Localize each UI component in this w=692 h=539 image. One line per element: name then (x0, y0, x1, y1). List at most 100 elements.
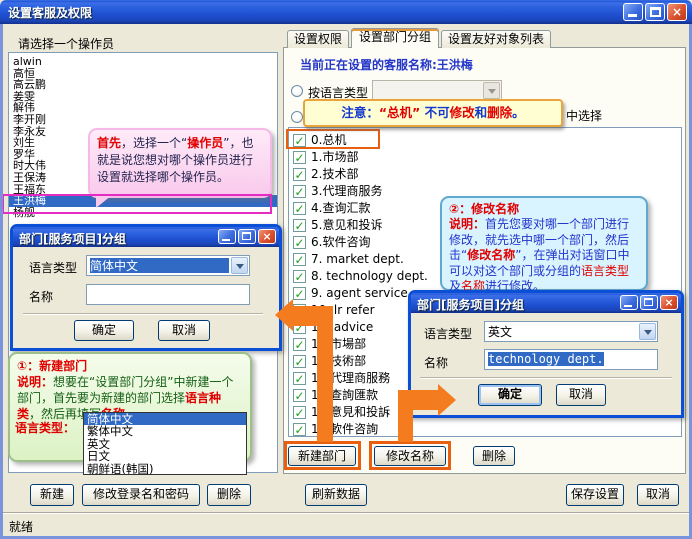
notice-highlight: “总机” (379, 105, 420, 120)
cancel-button[interactable]: 取消 (637, 484, 679, 506)
maximize-button[interactable] (238, 229, 256, 244)
separator (420, 377, 672, 379)
callout-label: 说明： (449, 217, 485, 231)
checkbox-checked-icon[interactable]: ✓ (293, 338, 306, 351)
delete-department-button[interactable]: 删除 (473, 446, 515, 466)
notice-text: 。 (512, 105, 525, 120)
checkbox-checked-icon[interactable]: ✓ (293, 287, 306, 300)
dropdown-arrow-icon[interactable] (639, 323, 656, 340)
maximize-button[interactable] (645, 3, 665, 21)
checkbox-checked-icon[interactable]: ✓ (293, 389, 306, 402)
operator-list-item[interactable]: 李开刚 (9, 114, 277, 126)
notice-highlight: 修改 (450, 105, 475, 120)
operator-list-item[interactable]: 解伟 (9, 102, 277, 114)
maximize-button[interactable] (640, 295, 658, 310)
close-button[interactable]: × (258, 229, 276, 244)
checkbox-checked-icon[interactable]: ✓ (293, 151, 306, 164)
selected-operator-annotation-rect (2, 194, 272, 214)
minimize-button[interactable] (623, 3, 643, 21)
separator (23, 313, 263, 315)
minimize-button[interactable] (620, 295, 638, 310)
ok-button[interactable]: 确定 (74, 320, 134, 341)
new-department-dialog: 部门[服务项目]分组 × 语言类型 简体中文 名称 确定 取消 (10, 224, 282, 351)
language-dropdown-list[interactable]: 简体中文繁体中文英文日文朝鲜语(韩国) (83, 412, 247, 475)
language-type-combobox[interactable]: 简体中文 (86, 255, 250, 276)
notice-highlight: 删除 (487, 105, 512, 120)
operator-list-item[interactable]: 姜雯 (9, 91, 277, 103)
callout-bold-text: 操作员 (187, 136, 223, 150)
select-operator-label: 请选择一个操作员 (18, 35, 114, 52)
minimize-icon (624, 305, 632, 307)
operator-list-item[interactable]: 高云鹏 (9, 79, 277, 91)
ok-button[interactable]: 确定 (478, 384, 542, 406)
checkbox-checked-icon[interactable]: ✓ (293, 202, 306, 215)
window-border-left (0, 22, 3, 539)
checkbox-checked-icon[interactable]: ✓ (293, 168, 306, 181)
status-bar: 就绪 (3, 512, 689, 536)
tab-departments[interactable]: 设置部门分组 (351, 28, 439, 48)
close-icon: × (661, 296, 677, 309)
notice-tooltip: 注意：“总机” 不可修改和删除。 (303, 99, 563, 127)
minimize-button[interactable] (218, 229, 236, 244)
save-settings-button[interactable]: 保存设置 (566, 484, 624, 506)
delete-operator-button[interactable]: 删除 (207, 484, 251, 506)
checkbox-checked-icon[interactable]: ✓ (293, 406, 306, 419)
department-row[interactable]: ✓17.軟件咨詢 (289, 421, 681, 437)
close-button[interactable]: × (667, 3, 687, 21)
change-login-password-button[interactable]: 修改登录名和密码 (82, 484, 200, 506)
close-button[interactable]: × (660, 295, 678, 310)
language-option[interactable]: 朝鲜语(韩国) (84, 463, 246, 475)
checkbox-checked-icon[interactable]: ✓ (293, 270, 306, 283)
department-label: 5.意见和投诉 (311, 218, 382, 232)
new-operator-button[interactable]: 新建 (30, 484, 74, 506)
callout-label: 说明： (17, 375, 53, 389)
checkbox-checked-icon[interactable]: ✓ (293, 372, 306, 385)
operator-list-item[interactable]: alwin (9, 56, 277, 68)
dropdown-arrow-icon[interactable] (231, 257, 248, 274)
tab-permissions[interactable]: 设置权限 (287, 30, 349, 48)
name-label: 名称 (29, 288, 53, 305)
department-label: 3.代理商服务 (311, 184, 382, 198)
checkbox-checked-icon[interactable]: ✓ (293, 185, 306, 198)
department-row[interactable]: ✓1.市场部 (289, 149, 681, 166)
window-controls: × (623, 3, 687, 21)
language-type-value: 简体中文 (90, 258, 229, 273)
checkbox-checked-icon[interactable]: ✓ (293, 423, 306, 436)
language-option[interactable]: 日文 (84, 450, 246, 462)
status-text: 就绪 (9, 518, 33, 535)
refresh-data-button[interactable]: 刷新数据 (305, 484, 367, 506)
name-input[interactable]: technology dept. (484, 349, 658, 370)
name-label: 名称 (424, 354, 448, 371)
language-option[interactable]: 繁体中文 (84, 425, 246, 437)
department-row[interactable]: ✓ 2.技术部 (289, 166, 681, 183)
language-type-combobox (372, 80, 502, 101)
dialog-window-controls: × (620, 295, 678, 310)
radio-by-language[interactable] (291, 85, 303, 97)
callout-emphasis: 语言类型 (581, 264, 629, 278)
notice-text: 不可 (420, 105, 449, 120)
notice-text: 和 (475, 105, 488, 120)
language-type-combobox[interactable]: 英文 (484, 321, 658, 342)
callout-text: ，选择一个“ (121, 136, 187, 150)
dialog-title-bar: 部门[服务项目]分组 × (411, 293, 681, 313)
maximize-icon (644, 298, 653, 306)
name-input[interactable] (86, 284, 250, 305)
dialog-title: 部门[服务项目]分组 (417, 296, 524, 313)
department-label: 4.查询汇款 (311, 201, 370, 215)
checkbox-checked-icon[interactable]: ✓ (293, 355, 306, 368)
arrow-right-icon (438, 384, 456, 416)
checkbox-checked-icon[interactable]: ✓ (293, 253, 306, 266)
checkbox-checked-icon[interactable]: ✓ (293, 236, 306, 249)
maximize-icon (242, 232, 251, 240)
cancel-button[interactable]: 取消 (158, 320, 210, 341)
current-agent-label: 当前正在设置的客服名称:王洪梅 (300, 56, 473, 73)
new-department-annotation-rect (284, 441, 361, 470)
cancel-button[interactable]: 取消 (556, 384, 606, 406)
operator-list-item[interactable]: 高恒 (9, 68, 277, 80)
department-label: 9. agent service (311, 286, 408, 300)
language-type-label: 语言类型 (424, 325, 472, 342)
checkbox-checked-icon[interactable]: ✓ (293, 219, 306, 232)
department-label: 2.技术部 (311, 167, 358, 181)
tab-friend-list[interactable]: 设置友好对象列表 (441, 30, 551, 48)
radio-by-department[interactable] (291, 111, 303, 123)
